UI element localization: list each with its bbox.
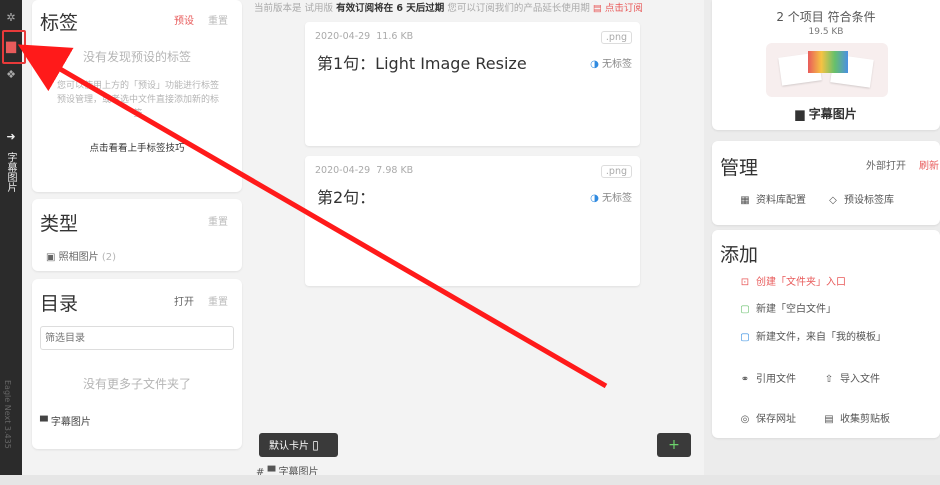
tips-link[interactable]: 点击看看上手标签技巧 [32,140,242,154]
reset-link[interactable]: 重置 [208,12,228,27]
collect-clipboard-item[interactable]: ▤ 收集剪贴板 [822,410,890,425]
summary-folder: ▆ 字幕图片 [795,107,857,121]
note-date: 2020-04-29 [315,165,371,176]
ref-file-item[interactable]: ⚭ 引用文件 [738,370,796,385]
app-window: ✲ ▆ ❖ ➜ 字幕图片 Eagle Next 3.435 标签 预设 重置 没… [0,0,940,485]
add-title: 添加 [720,244,759,266]
right-panel: 2 个项目 符合条件 19.5 KB ▆ 字幕图片 管理 外部打开 刷新 ▦ 资料… [704,0,940,475]
open-external-link[interactable]: 外部打开 [866,157,906,172]
note-tag: ◑ 无标签 [590,193,632,204]
type-reset-link[interactable]: 重置 [208,213,228,228]
note-date: 2020-04-29 [315,31,371,42]
default-card-button[interactable]: 默认卡片 ▯ [259,433,338,457]
note-title[interactable]: 第1句：Light Image Resize [317,50,527,74]
tag-icon[interactable]: ❖ [4,68,18,82]
note-title[interactable]: 第2句： [317,184,375,208]
subscribe-link[interactable]: 点击订阅 [605,3,643,14]
empty-title: 没有发现预设的标签 [82,50,191,64]
summary-size: 19.5 KB [808,27,844,37]
summary-count: 2 个项目 符合条件 [776,10,876,24]
tags-panel: 标签 预设 重置 没有发现预设的标签 您可以使用上方的「预设」功能进行标签预设管… [32,0,242,192]
add-card: 添加 ⊡ 创建「文件夹」入口 ▢ 新建「空白文件」 ▢ 新建文件，来自「我的模板」 ⚭… [712,230,940,438]
type-item-label: 照相图片 [58,252,99,263]
clipboard-icon: ▤ [824,414,834,425]
dir-reset-link[interactable]: 重置 [208,293,228,308]
type-item[interactable]: ▣ 照相图片 (2) [46,248,116,263]
save-url-item[interactable]: ◎ 保存网址 [738,410,796,425]
import-file-item[interactable]: ⇧ 导入文件 [822,370,880,385]
type-panel: 类型 重置 ▣ 照相图片 (2) [32,199,242,271]
manage-title: 管理 [720,157,759,179]
folder-icon: ⊡ [740,277,750,288]
note-ext-badge: .png [600,31,632,44]
gear-icon[interactable]: ✲ [4,11,18,25]
new-file-icon: ▢ [740,304,750,315]
dir-empty-text: 没有更多子文件夹了 [82,377,191,391]
subscribe-icon: ▤ [592,3,602,14]
tags-title: 标签 [40,12,79,34]
file-icon: ▯ [312,438,319,452]
image-icon: ▣ [46,252,56,263]
folder-thumbnail[interactable] [766,43,888,97]
notice-bold: 有效订阅将在 6 天后过期 [336,3,445,14]
new-blank-item[interactable]: ▢ 新建「空白文件」 [738,300,836,315]
summary-card: 2 个项目 符合条件 19.5 KB ▆ 字幕图片 [712,0,940,130]
dir-folder-item[interactable]: ▀ 字幕图片 [40,413,91,428]
create-folder-item[interactable]: ⊡ 创建「文件夹」入口 [738,273,846,288]
tag-icon: ◇ [829,195,837,206]
type-item-count: (2) [101,252,116,263]
preset-link[interactable]: 预设 [174,12,194,27]
floppy-icon: ▆ [795,107,805,121]
note-size: 7.98 KB [376,165,414,176]
note-tag: ◑ 无标签 [590,59,632,70]
globe-icon: ◎ [740,414,750,425]
dir-title: 目录 [40,293,79,315]
note-card-2[interactable]: 2020-04-29 7.98 KB .png 第2句： ◑ 无标签 [305,156,640,286]
dir-open-link[interactable]: 打开 [174,293,194,308]
refresh-link[interactable]: 刷新 [919,157,939,172]
directory-panel: 目录 打开 重置 没有更多子文件夹了 ▀ 字幕图片 [32,279,242,449]
manage-card: 管理 外部打开 刷新 ▦ 资料库配置 ◇ 预设标签库 [712,141,940,225]
note-size: 11.6 KB [376,31,414,42]
new-from-template-item[interactable]: ▢ 新建文件，来自「我的模板」 [738,328,886,343]
active-highlight-box [2,30,26,64]
rail-folder-label[interactable]: 字幕图片 [3,152,18,192]
status-strip [0,475,940,485]
folder-icon: ▀ [40,417,48,428]
note-ext-badge: .png [600,165,632,178]
empty-desc: 您可以使用上方的「预设」功能进行标签预设管理，或者选中文件直接添加新的标签 [56,81,219,119]
app-version-label: Eagle Next 3.435 [3,380,12,449]
notice-prefix: 当前版本是 试用版 [254,3,334,14]
link-icon: ⚭ [740,374,750,385]
left-rail: ✲ ▆ ❖ ➜ 字幕图片 Eagle Next 3.435 [0,0,22,485]
trial-notice: 当前版本是 试用版 有效订阅将在 6 天后过期 您可以订阅我们的产品延长使用期 … [254,0,704,14]
dir-folder-label: 字幕图片 [50,417,91,428]
dir-filter-input[interactable] [40,326,234,350]
arrow-right-icon[interactable]: ➜ [4,130,18,144]
import-icon: ⇧ [824,374,834,385]
tag-dot-icon: ◑ [590,193,599,204]
notice-suffix: 您可以订阅我们的产品延长使用期 [447,3,590,14]
note-card-1[interactable]: 2020-04-29 11.6 KB .png 第1句：Light Image … [305,22,640,146]
library-config-item[interactable]: ▦ 资料库配置 [738,191,806,206]
tag-dot-icon: ◑ [590,59,599,70]
db-icon: ▦ [740,195,750,206]
template-icon: ▢ [740,332,750,343]
add-button[interactable]: + [657,433,691,457]
preset-tags-item[interactable]: ◇ 预设标签库 [826,191,894,206]
type-title: 类型 [40,213,79,235]
